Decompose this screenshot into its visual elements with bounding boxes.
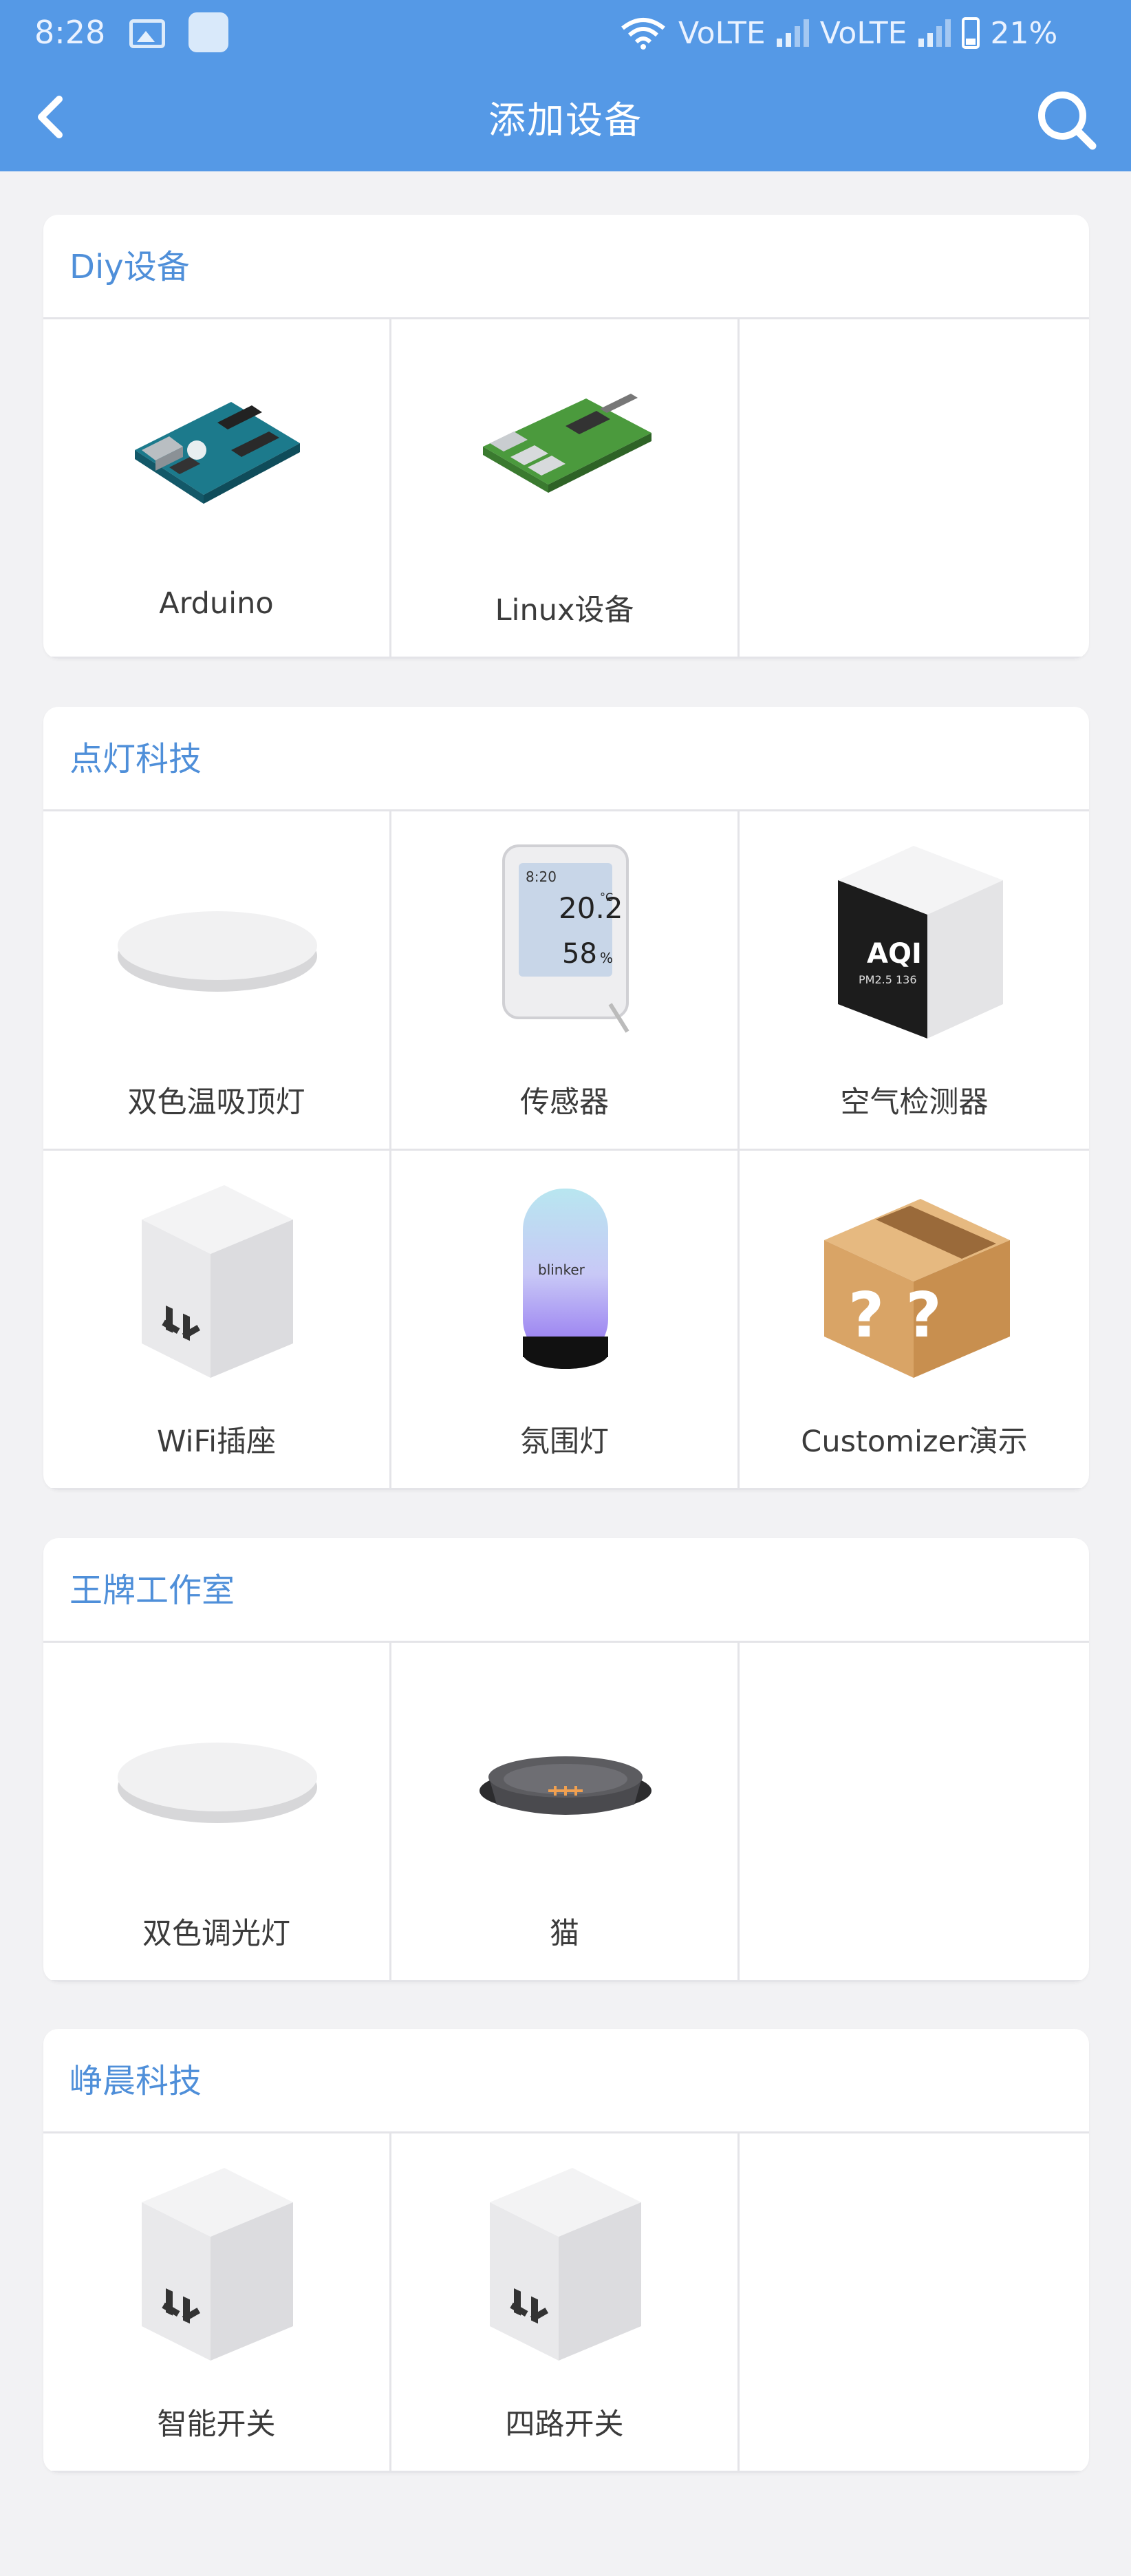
- device-arduino[interactable]: Arduino: [43, 319, 391, 659]
- device-label: WiFi插座: [156, 1425, 277, 1459]
- device-four-way-switch[interactable]: 四路开关: [391, 2133, 740, 2473]
- sensor-temp-text: 20.2: [559, 891, 623, 925]
- arduino-board-icon: [135, 402, 300, 504]
- device-sensor[interactable]: 8:20 20.2 °C 58 % 传感器: [391, 811, 740, 1151]
- section-title: 峥晨科技: [43, 2029, 1089, 2133]
- device-label: 双色调光灯: [142, 1917, 290, 1951]
- app-header: 8:28 VoLTE VoLTE 21% 添加设备: [0, 0, 1131, 171]
- device-dimming-light[interactable]: 双色调光灯: [43, 1643, 391, 1982]
- device-label: 氛围灯: [520, 1425, 609, 1459]
- app-notification-icon: [188, 12, 228, 52]
- device-label: Linux设备: [495, 593, 634, 628]
- gallery-notification-icon: [129, 19, 165, 48]
- section-title: Diy设备: [43, 215, 1089, 319]
- box-marks-text: ? ?: [848, 1279, 942, 1352]
- device-label: 传感器: [520, 1085, 609, 1120]
- section-title: 点灯科技: [43, 707, 1089, 811]
- section-diy: Diy设备 Arduino Linux设备: [43, 215, 1089, 659]
- status-time: 8:28: [34, 14, 106, 51]
- page-title: 添加设备: [488, 98, 643, 142]
- battery-icon: [961, 17, 980, 49]
- nav-bar: 添加设备: [0, 66, 1131, 171]
- device-ceiling-light[interactable]: 双色温吸顶灯: [43, 811, 391, 1151]
- smart-plug-icon: [490, 2168, 641, 2361]
- wifi-socket-icon: [142, 1185, 293, 1378]
- device-label: 猫: [550, 1917, 579, 1951]
- mystery-box-icon: ? ?: [824, 1199, 1010, 1378]
- ceiling-light-icon: [118, 1743, 317, 1823]
- section-title: 王牌工作室: [43, 1538, 1089, 1643]
- device-air-monitor[interactable]: AQI PM2.5 136 空气检测器: [740, 811, 1089, 1151]
- volte-label-1: VoLTE: [678, 15, 766, 51]
- raspberry-pi-board-icon: [483, 394, 651, 493]
- sensor-time-text: 8:20: [526, 869, 557, 885]
- ambient-lamp-icon: blinker: [523, 1189, 608, 1369]
- device-label: 空气检测器: [840, 1085, 989, 1120]
- search-button[interactable]: [1025, 78, 1108, 161]
- empty-cell: [740, 2133, 1089, 2473]
- ceiling-light-icon: [118, 911, 317, 992]
- thermometer-sensor-icon: 8:20 20.2 °C 58 %: [502, 844, 629, 1033]
- sensor-temp-unit: °C: [600, 891, 613, 904]
- empty-cell: [740, 319, 1089, 659]
- system-indicators: VoLTE VoLTE 21%: [619, 12, 1057, 54]
- device-label: 四路开关: [505, 2407, 624, 2442]
- signal-icon-2: [918, 19, 951, 47]
- device-label: 智能开关: [157, 2407, 276, 2442]
- device-cat[interactable]: 猫: [391, 1643, 740, 1982]
- aqi-title-text: AQI: [867, 938, 922, 970]
- section-wangpai: 王牌工作室 双色调光灯 猫: [43, 1538, 1089, 1982]
- volte-label-2: VoLTE: [819, 15, 907, 51]
- status-bar: 8:28 VoLTE VoLTE 21%: [0, 0, 1131, 66]
- battery-percent: 21%: [990, 15, 1058, 51]
- device-customizer[interactable]: ? ? Customizer演示: [740, 1151, 1089, 1490]
- sensor-humidity-text: 58: [562, 938, 597, 970]
- sensor-humidity-unit: %: [600, 950, 613, 966]
- lamp-brand-text: blinker: [538, 1262, 585, 1278]
- aqi-line-text: PM2.5 136: [859, 973, 917, 986]
- device-wifi-socket[interactable]: WiFi插座: [43, 1151, 391, 1490]
- air-quality-monitor-icon: AQI PM2.5 136: [838, 846, 1003, 1039]
- device-ambient-light[interactable]: blinker 氛围灯: [391, 1151, 740, 1490]
- smart-plug-icon: [142, 2168, 293, 2361]
- device-linux[interactable]: Linux设备: [391, 319, 740, 659]
- search-icon: [1038, 92, 1097, 150]
- device-label: 双色温吸顶灯: [127, 1085, 305, 1120]
- wifi-icon: [621, 18, 665, 50]
- device-label: Arduino: [159, 586, 274, 621]
- empty-cell: [740, 1643, 1089, 1982]
- signal-icon-1: [776, 19, 809, 47]
- pet-bowl-icon: [480, 1756, 651, 1815]
- device-label: Customizer演示: [801, 1425, 1028, 1459]
- device-smart-switch[interactable]: 智能开关: [43, 2133, 391, 2473]
- section-diandeng: 点灯科技 双色温吸顶灯 8:20 20.2 °C 58 % 传感器 AQI PM…: [43, 707, 1089, 1490]
- section-zhengchen: 峥晨科技 智能开关 四路开关: [43, 2029, 1089, 2473]
